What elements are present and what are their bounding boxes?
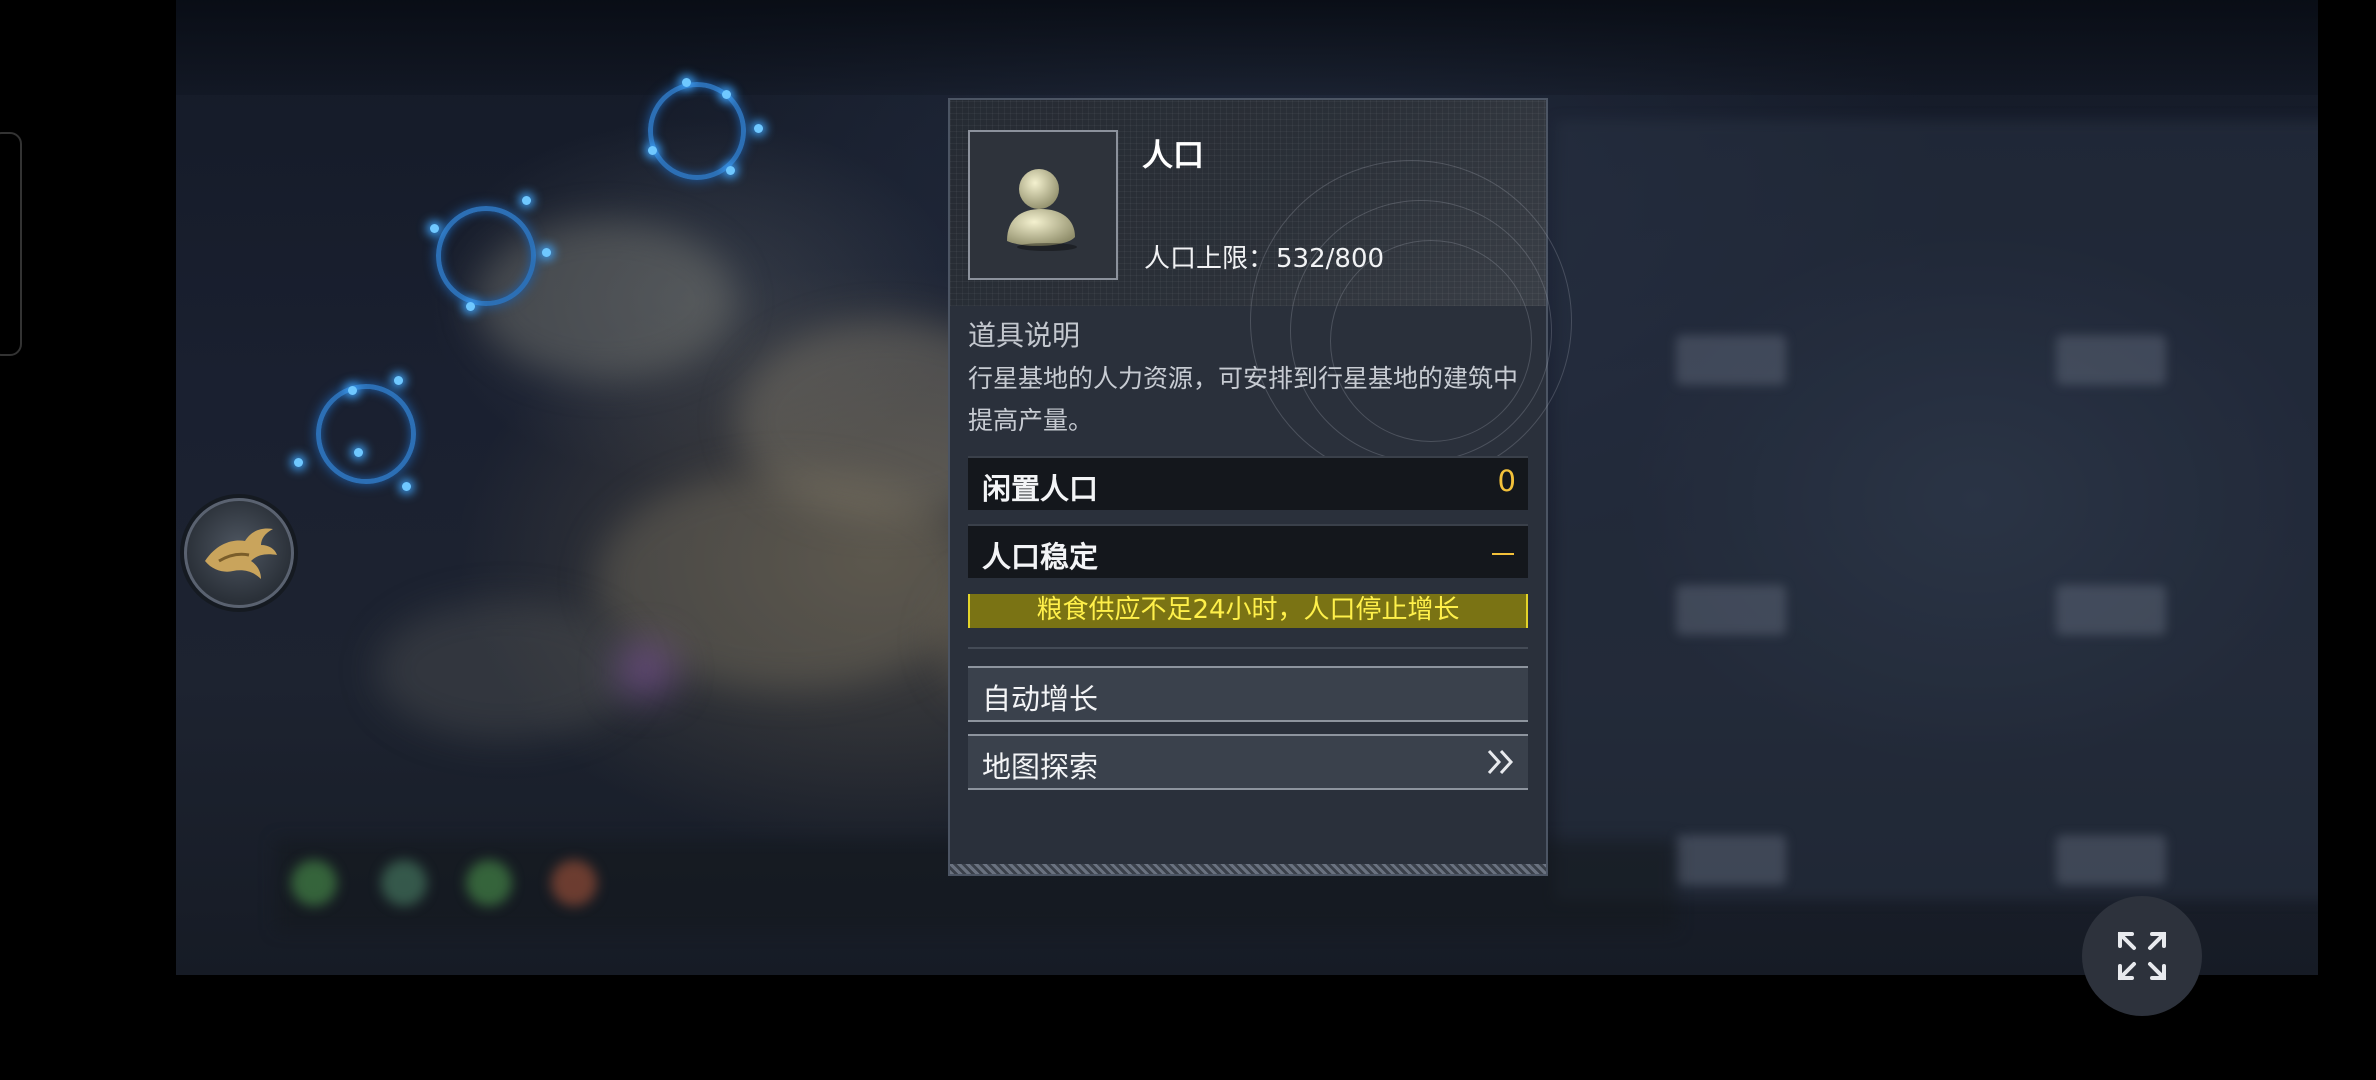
blue-ring-marker[interactable] xyxy=(316,384,416,484)
description-text: 行星基地的人力资源，可安排到行星基地的建筑中提高产量。 xyxy=(968,364,1519,435)
spark-dot xyxy=(466,302,475,311)
map-explore-button[interactable]: 地图探索 xyxy=(968,734,1528,790)
idle-population-row: 闲置人口 0 xyxy=(968,456,1528,510)
background-dot xyxy=(381,860,427,906)
background-top-bar xyxy=(176,0,2318,95)
spark-dot xyxy=(402,482,411,491)
background-side-panel xyxy=(1556,120,2318,900)
idle-population-value: 0 xyxy=(1497,464,1516,498)
spark-dot xyxy=(354,448,363,457)
auto-growth-button[interactable]: 自动增长 xyxy=(968,666,1528,722)
background-button xyxy=(1676,335,1786,385)
background-button xyxy=(1676,585,1786,635)
population-stability-label: 人口稳定 xyxy=(982,540,1099,574)
double-chevron-right-icon xyxy=(1487,749,1514,775)
background-dot xyxy=(291,860,337,906)
background-dot xyxy=(551,860,597,906)
spark-dot xyxy=(542,248,551,257)
blue-ring-marker[interactable] xyxy=(436,206,536,306)
idle-population-label: 闲置人口 xyxy=(982,472,1099,506)
food-shortage-warning: 粮食供应不足24小时，人口停止增长 xyxy=(968,594,1528,628)
stability-dash-indicator xyxy=(1492,553,1514,555)
spark-dot xyxy=(348,386,357,395)
spark-dot xyxy=(722,90,731,99)
spark-dot xyxy=(430,224,439,233)
description-heading: 道具说明 xyxy=(968,319,1081,352)
divider xyxy=(968,647,1528,649)
expand-button[interactable] xyxy=(2082,896,2202,1016)
population-cap-value: 532/800 xyxy=(1276,244,1385,274)
item-title: 人口 xyxy=(1142,138,1204,174)
spark-dot xyxy=(726,166,735,175)
spark-dot xyxy=(522,196,531,205)
population-item-frame xyxy=(968,130,1118,280)
background-light xyxy=(616,640,676,700)
person-bust-icon xyxy=(1007,169,1077,251)
population-cap-label: 人口上限： xyxy=(1144,244,1275,274)
spark-dot xyxy=(648,146,657,155)
auto-growth-label: 自动增长 xyxy=(982,682,1099,716)
population-cap: 人口上限：532/800 xyxy=(1142,238,1384,275)
map-explore-label: 地图探索 xyxy=(982,750,1099,784)
background-dot xyxy=(466,860,512,906)
expand-arrows-icon xyxy=(2118,932,2166,980)
background-button xyxy=(2056,835,2166,885)
left-edge-frame xyxy=(0,132,22,356)
spark-dot xyxy=(294,458,303,467)
panel-footer-stripe xyxy=(950,864,1546,874)
background-button xyxy=(2056,335,2166,385)
spark-dot xyxy=(682,78,691,87)
spark-dot xyxy=(754,124,763,133)
phoenix-emblem-icon[interactable] xyxy=(184,498,294,608)
background-button xyxy=(1676,835,1786,885)
population-info-panel: 人口 人口上限：532/800 道具说明 行星基地的人力资源，可安排到行星基地的… xyxy=(948,98,1572,876)
population-stability-row: 人口稳定 xyxy=(968,524,1528,578)
background-button xyxy=(2056,585,2166,635)
spark-dot xyxy=(394,376,403,385)
background-building xyxy=(376,600,636,740)
